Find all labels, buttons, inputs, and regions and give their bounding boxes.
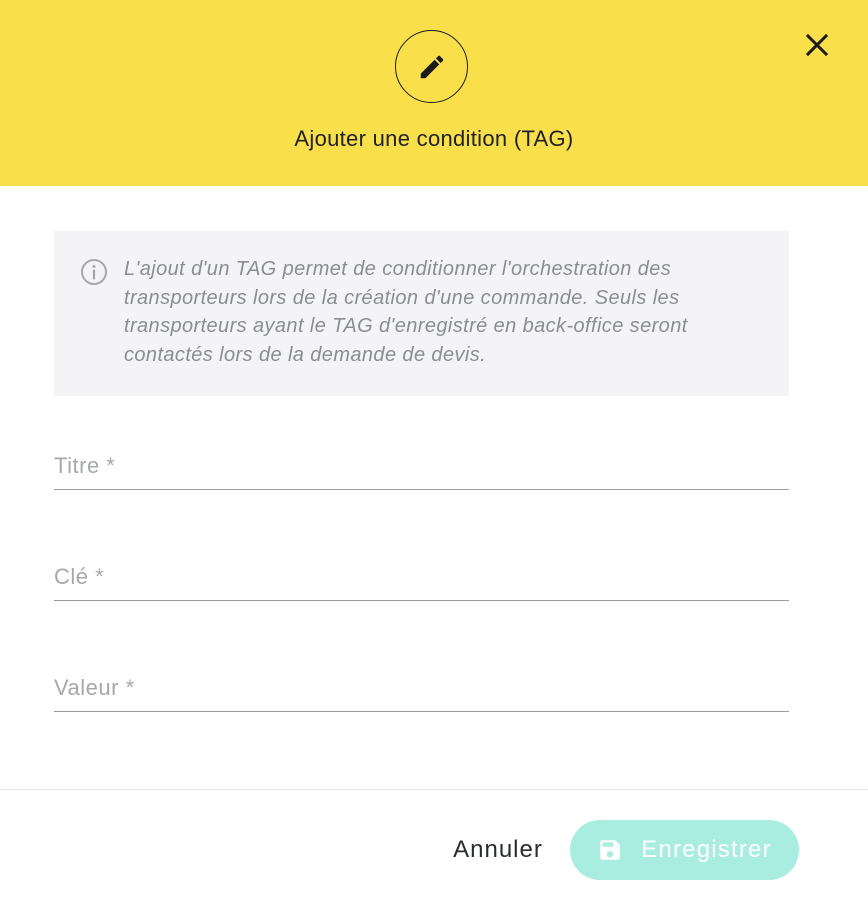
- close-icon: [805, 33, 829, 57]
- dialog-header: Ajouter une condition (TAG): [0, 0, 868, 186]
- cle-field[interactable]: Clé *: [54, 551, 789, 601]
- save-label: Enregistrer: [641, 836, 772, 863]
- cle-input[interactable]: [54, 551, 789, 600]
- header-icon-badge: [395, 30, 468, 103]
- info-icon: [81, 259, 107, 285]
- info-box: L'ajout d'un TAG permet de conditionner …: [54, 231, 789, 396]
- titre-field[interactable]: Titre *: [54, 440, 789, 490]
- valeur-input[interactable]: [54, 662, 789, 711]
- cancel-button[interactable]: Annuler: [436, 822, 560, 878]
- valeur-field[interactable]: Valeur *: [54, 662, 789, 712]
- titre-input[interactable]: [54, 440, 789, 489]
- save-icon: [597, 837, 623, 863]
- footer-divider: [0, 789, 868, 790]
- info-text: L'ajout d'un TAG permet de conditionner …: [124, 258, 688, 366]
- pencil-icon: [420, 55, 443, 78]
- close-button[interactable]: [800, 28, 834, 62]
- save-button[interactable]: Enregistrer: [570, 820, 799, 880]
- dialog-title: Ajouter une condition (TAG): [294, 126, 574, 151]
